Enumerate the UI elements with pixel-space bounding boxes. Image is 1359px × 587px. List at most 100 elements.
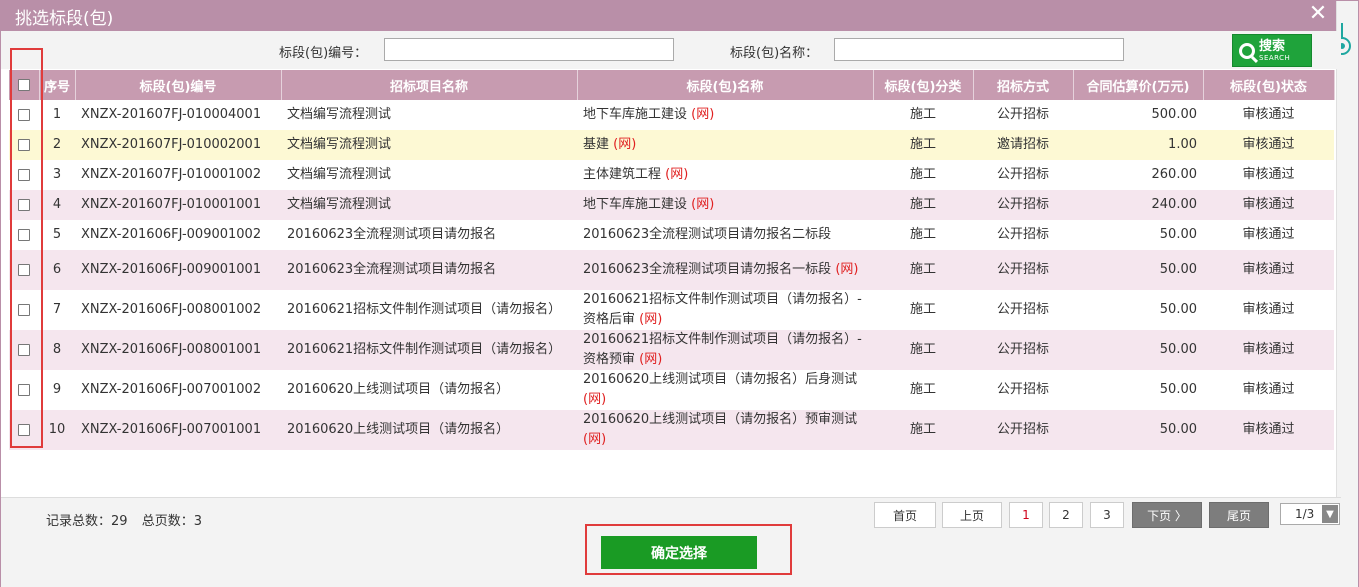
row-checkbox[interactable] <box>18 423 30 436</box>
table-row[interactable]: 6 XNZX-201606FJ-009001001 20160623全流程测试项目请… <box>9 250 1334 290</box>
prev-page-button[interactable]: 上页 <box>942 502 1002 528</box>
section-name-label: 标段(包)名称： <box>730 46 819 61</box>
section-name-input[interactable] <box>834 38 1124 61</box>
chevron-down-icon: ▼ <box>1322 505 1338 523</box>
section-type-cell: 施工 <box>909 302 936 317</box>
table-row[interactable]: 3 XNZX-201607FJ-010001002 文档编写流程测试 主体建筑工程 (… <box>9 160 1334 190</box>
tender-method-cell: 公开招标 <box>996 422 1049 437</box>
project-name-cell: 20160621招标文件制作测试项目（请勿报名） <box>287 302 562 317</box>
table-row[interactable]: 4 XNZX-201607FJ-010001001 文档编写流程测试 地下车库施工建设… <box>9 190 1334 220</box>
tender-method-cell: 公开招标 <box>996 107 1049 122</box>
row-checkbox[interactable] <box>18 343 30 356</box>
select-section-dialog: 挑选标段(包) ✕ 标段(包)编号： 标段(包)名称： 搜索 SEARCH 序号… <box>0 0 1359 587</box>
network-tag: (网) <box>639 312 663 327</box>
tender-method-cell: 公开招标 <box>996 227 1049 242</box>
column-header: 标段(包)编号 <box>75 70 282 100</box>
section-type-cell: 施工 <box>909 262 936 277</box>
search-button[interactable]: 搜索 SEARCH <box>1232 34 1312 67</box>
estimated-price-cell: 500.00 <box>1151 107 1198 122</box>
section-name-cell: 20160623全流程测试项目请勿报名一标段 (网) <box>577 250 873 290</box>
row-checkbox[interactable] <box>18 263 30 276</box>
table-row[interactable]: 5 XNZX-201606FJ-009001002 20160623全流程测试项目请… <box>9 220 1334 250</box>
section-type-cell: 施工 <box>909 107 936 122</box>
table-row[interactable]: 9 XNZX-201606FJ-007001002 20160620上线测试项目（请… <box>9 370 1334 410</box>
section-type-cell: 施工 <box>909 227 936 242</box>
column-header: 招标项目名称 <box>281 70 578 100</box>
search-button-label: 搜索 <box>1259 38 1286 54</box>
section-status-cell: 审核通过 <box>1242 137 1295 152</box>
column-header: 序号 <box>39 70 76 100</box>
row-number: 4 <box>52 197 62 212</box>
network-tag: (网) <box>665 167 689 182</box>
page-3-button[interactable]: 3 <box>1090 502 1124 528</box>
section-status-cell: 审核通过 <box>1242 262 1295 277</box>
table-row[interactable]: 8 XNZX-201606FJ-008001001 20160621招标文件制作测试… <box>9 330 1334 370</box>
estimated-price-cell: 50.00 <box>1159 302 1197 317</box>
dialog-title: 挑选标段(包) <box>15 8 114 29</box>
table-row[interactable]: 10 XNZX-201606FJ-007001001 20160620上线测试项目（… <box>9 410 1334 450</box>
confirm-selection-button[interactable]: 确定选择 <box>601 536 757 569</box>
row-number: 5 <box>52 227 62 242</box>
section-name-cell: 20160620上线测试项目（请勿报名）后身测试 (网) <box>577 370 873 410</box>
section-code-cell: XNZX-201607FJ-010002001 <box>81 137 262 152</box>
tender-method-cell: 公开招标 <box>996 302 1049 317</box>
project-name-cell: 20160620上线测试项目（请勿报名） <box>287 382 510 397</box>
section-code-input[interactable] <box>384 38 674 61</box>
row-checkbox[interactable] <box>18 303 30 316</box>
row-select-cell <box>9 330 39 370</box>
select-all-checkbox[interactable] <box>17 79 30 91</box>
estimated-price-cell: 50.00 <box>1159 227 1197 242</box>
section-type-cell: 施工 <box>909 137 936 152</box>
first-page-button[interactable]: 首页 <box>874 502 936 528</box>
page-select[interactable]: 1/3 ▼ <box>1280 503 1340 525</box>
page-2-button[interactable]: 2 <box>1049 502 1083 528</box>
estimated-price-cell: 50.00 <box>1159 382 1197 397</box>
section-code-cell: XNZX-201606FJ-007001001 <box>81 422 262 437</box>
table-row[interactable]: 7 XNZX-201606FJ-008001002 20160621招标文件制作测试… <box>9 290 1334 330</box>
tender-method-cell: 邀请招标 <box>996 137 1049 152</box>
page-select-value: 1/3 <box>1295 507 1315 521</box>
next-page-button[interactable]: 下页 〉 <box>1132 502 1202 528</box>
search-bar: 标段(包)编号： 标段(包)名称： 搜索 SEARCH <box>1 31 1341 69</box>
tender-method-cell: 公开招标 <box>996 262 1049 277</box>
section-status-cell: 审核通过 <box>1242 382 1295 397</box>
section-name-cell: 20160623全流程测试项目请勿报名二标段 <box>577 220 873 250</box>
section-type-cell: 施工 <box>909 342 936 357</box>
section-name-text: 主体建筑工程 <box>583 167 662 182</box>
section-name-text: 20160621招标文件制作测试项目（请勿报名）-资格预审 <box>583 332 862 367</box>
section-name-text: 基建 <box>583 137 610 152</box>
row-select-cell <box>9 160 39 190</box>
section-code-cell: XNZX-201606FJ-009001001 <box>81 262 262 277</box>
section-status-cell: 审核通过 <box>1242 227 1295 242</box>
section-name-text: 20160623全流程测试项目请勿报名一标段 <box>583 262 832 277</box>
section-status-cell: 审核通过 <box>1242 422 1295 437</box>
estimated-price-cell: 50.00 <box>1159 422 1197 437</box>
project-name-cell: 文档编写流程测试 <box>287 107 392 122</box>
row-checkbox[interactable] <box>18 168 30 181</box>
search-button-sublabel: SEARCH <box>1259 53 1291 62</box>
section-type-cell: 施工 <box>909 382 936 397</box>
row-checkbox[interactable] <box>18 228 30 241</box>
section-name-cell: 20160621招标文件制作测试项目（请勿报名）-资格后审 (网) <box>577 290 873 330</box>
section-code-cell: XNZX-201606FJ-009001002 <box>81 227 262 242</box>
row-checkbox[interactable] <box>18 198 30 211</box>
table-row[interactable]: 2 XNZX-201607FJ-010002001 文档编写流程测试 基建 (网) 施工… <box>9 130 1334 160</box>
section-name-text: 地下车库施工建设 <box>583 197 688 212</box>
close-icon[interactable]: ✕ <box>1306 3 1330 27</box>
row-checkbox[interactable] <box>18 383 30 396</box>
tender-method-cell: 公开招标 <box>996 382 1049 397</box>
row-checkbox[interactable] <box>18 108 30 121</box>
page-total: 总页数：3 <box>141 514 202 529</box>
page-1-button[interactable]: 1 <box>1009 502 1043 528</box>
section-name-cell: 地下车库施工建设 (网) <box>577 190 873 220</box>
project-name-cell: 20160623全流程测试项目请勿报名 <box>287 262 497 277</box>
row-number: 10 <box>48 422 66 437</box>
section-name-cell: 主体建筑工程 (网) <box>577 160 873 190</box>
row-checkbox[interactable] <box>18 138 30 151</box>
section-status-cell: 审核通过 <box>1242 167 1295 182</box>
last-page-button[interactable]: 尾页 <box>1209 502 1269 528</box>
table-row[interactable]: 1 XNZX-201607FJ-010004001 文档编写流程测试 地下车库施工建设… <box>9 100 1334 130</box>
section-type-cell: 施工 <box>909 197 936 212</box>
row-select-cell <box>9 100 39 130</box>
project-name-cell: 20160620上线测试项目（请勿报名） <box>287 422 510 437</box>
